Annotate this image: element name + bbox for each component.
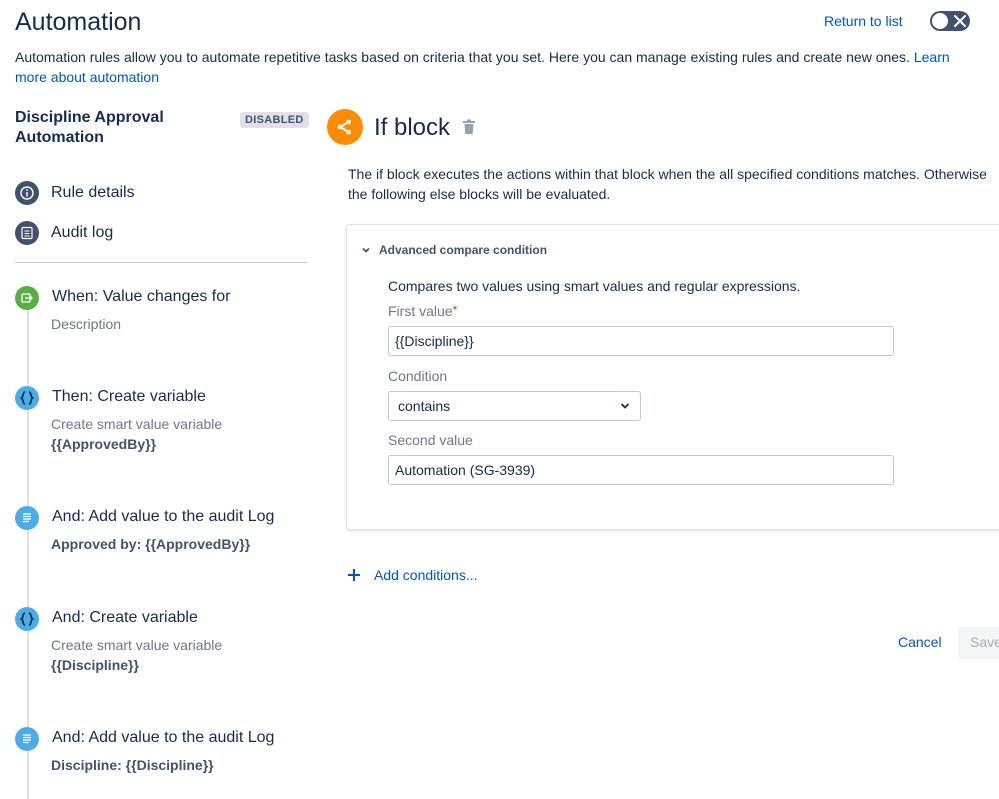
chevron-down-icon	[362, 247, 370, 253]
braces-icon	[15, 607, 39, 631]
toggle-knob	[932, 13, 948, 29]
status-badge: DISABLED	[240, 112, 309, 128]
rule-name: Discipline Approval Automation	[15, 109, 164, 146]
nav-label: Audit log	[51, 224, 114, 241]
add-conditions-button[interactable]: Add conditions...	[347, 567, 478, 583]
second-value-input[interactable]	[388, 455, 894, 485]
intro-text: Automation rules allow you to automate r…	[15, 47, 975, 87]
sidebar-divider	[15, 262, 307, 263]
condition-header-label: Advanced compare condition	[379, 243, 548, 257]
step-title: Then: Create variable	[52, 388, 206, 405]
step-title: And: Create variable	[52, 609, 198, 626]
first-value-input[interactable]	[388, 326, 894, 356]
block-title: If block	[374, 114, 451, 141]
trigger-icon	[15, 286, 39, 310]
nav-audit-log[interactable]: Audit log	[15, 221, 113, 245]
nav-rule-details[interactable]: Rule details	[15, 181, 135, 205]
rule-enabled-toggle[interactable]	[930, 11, 970, 31]
second-value-label: Second value	[388, 432, 473, 448]
condition-description: Compares two values using smart values a…	[388, 278, 801, 294]
step-title: And: Add value to the audit Log	[52, 508, 275, 525]
condition-header[interactable]: Advanced compare condition	[361, 243, 547, 257]
step-subtitle-text: Create smart value variable	[51, 416, 223, 432]
condition-select-value: contains	[398, 398, 451, 414]
step-detail: {{ApprovedBy}}	[51, 436, 157, 452]
timeline-line	[27, 300, 29, 799]
block-description-line: the following else blocks will be evalua…	[348, 186, 611, 202]
step-subtitle: Create smart value variable {{Discipline…	[51, 635, 222, 675]
document-icon	[15, 506, 39, 530]
list-icon	[15, 221, 39, 245]
plus-icon	[348, 569, 360, 581]
return-to-list-link[interactable]: Return to list	[824, 13, 903, 29]
step-title: And: Add value to the audit Log	[52, 729, 275, 746]
step-subtitle: Description	[51, 316, 122, 332]
braces-icon	[15, 386, 39, 410]
block-description-line: The if block executes the actions within…	[348, 166, 987, 182]
trash-icon[interactable]	[462, 119, 476, 135]
step-detail: {{Discipline}}	[51, 657, 139, 673]
condition-card: Advanced compare condition Compares two …	[346, 224, 999, 530]
chevron-down-icon	[620, 403, 630, 409]
step-detail: Approved by: {{ApprovedBy}}	[51, 536, 251, 552]
step-subtitle-text: Create smart value variable	[51, 637, 223, 653]
intro-description: Automation rules allow you to automate r…	[15, 49, 910, 65]
condition-label: Condition	[388, 368, 448, 384]
add-conditions-label: Add conditions...	[374, 567, 478, 583]
first-value-label-text: First value	[388, 303, 453, 319]
block-description: The if block executes the actions within…	[348, 164, 999, 204]
first-value-label: First value*	[388, 303, 457, 319]
save-button[interactable]: Save	[958, 627, 999, 659]
document-icon	[15, 727, 39, 751]
step-title: When: Value changes for	[52, 288, 231, 305]
cancel-button[interactable]: Cancel	[898, 634, 942, 650]
info-icon	[15, 181, 39, 205]
required-indicator: *	[452, 303, 458, 317]
close-icon	[954, 15, 966, 27]
step-subtitle: Create smart value variable {{ApprovedBy…	[51, 414, 222, 454]
nav-label: Rule details	[51, 184, 135, 201]
condition-select[interactable]: contains	[388, 391, 641, 421]
page-title: Automation	[15, 8, 142, 36]
step-detail: Discipline: {{Discipline}}	[51, 757, 214, 773]
if-block-icon	[327, 109, 363, 145]
